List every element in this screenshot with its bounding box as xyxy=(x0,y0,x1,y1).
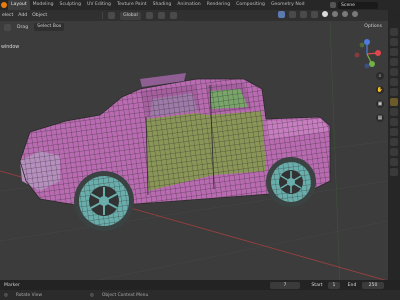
texture-props-icon[interactable] xyxy=(390,168,398,176)
menu-select[interactable]: elect xyxy=(2,13,13,18)
visibility-icon[interactable] xyxy=(278,11,285,18)
divider xyxy=(102,12,104,19)
tab-animation[interactable]: Animation xyxy=(174,0,203,10)
scene-field[interactable]: Scene xyxy=(338,1,378,9)
tab-compositing[interactable]: Compositing xyxy=(233,0,268,10)
tab-texture-paint[interactable]: Texture Paint xyxy=(114,0,150,10)
end-label: End xyxy=(347,283,357,288)
collection-props-icon[interactable] xyxy=(390,88,398,96)
navigation-gizmo[interactable] xyxy=(352,39,382,69)
status-rotate-view: Rotate View xyxy=(15,292,43,298)
top-bar: Layout Modeling Sculpting UV Editing Tex… xyxy=(0,0,400,10)
xray-icon[interactable] xyxy=(311,11,318,18)
viewport-header: elect Add Object Global xyxy=(0,10,400,21)
scene-icon[interactable] xyxy=(330,2,336,8)
grid-icon[interactable]: ▦ xyxy=(376,114,384,122)
camera-icon[interactable]: ▣ xyxy=(376,100,384,108)
header-right-icons xyxy=(278,11,358,18)
blender-logo-icon[interactable] xyxy=(0,0,8,10)
solid-shading-icon[interactable] xyxy=(322,11,328,17)
marker-menu[interactable]: Marker xyxy=(4,283,20,288)
transform-orientation-dropdown[interactable]: Global xyxy=(120,11,141,20)
object-props-icon[interactable] xyxy=(390,98,398,106)
snap-icon[interactable] xyxy=(157,12,165,19)
start-frame-field[interactable]: 1 xyxy=(328,282,340,289)
drag-label: Drag xyxy=(17,24,29,30)
y-axis-line xyxy=(329,21,341,288)
gizmo-icon[interactable] xyxy=(289,11,296,18)
tab-rendering[interactable]: Rendering xyxy=(204,0,233,10)
tab-sculpting[interactable]: Sculpting xyxy=(57,0,84,10)
render-props-icon[interactable] xyxy=(390,38,398,46)
status-context-menu: Object Context Menu xyxy=(101,292,149,298)
tab-layout[interactable]: Layout xyxy=(8,0,30,10)
y-axis-handle xyxy=(369,61,375,67)
proportional-icon[interactable] xyxy=(169,12,177,19)
mouse-middle-icon: ◎ xyxy=(4,292,8,298)
z-axis-handle xyxy=(364,39,370,45)
rear-wheel xyxy=(266,157,316,207)
tool-props-icon[interactable] xyxy=(390,28,398,36)
scene-selector: Scene xyxy=(330,0,378,10)
end-frame-field[interactable]: 250 xyxy=(362,282,384,289)
3d-viewport[interactable]: window xyxy=(0,21,388,288)
cursor-tool-icon[interactable] xyxy=(4,23,11,31)
constraints-props-icon[interactable] xyxy=(390,138,398,146)
status-bar: ◎ Rotate View ◎ Object Context Menu xyxy=(0,290,400,300)
mouse-right-icon: ◎ xyxy=(90,292,94,298)
tab-uv-editing[interactable]: UV Editing xyxy=(84,0,114,10)
tool-header: Drag Select Box Options xyxy=(0,21,388,33)
x-axis-handle xyxy=(375,50,381,56)
properties-strip xyxy=(388,10,400,288)
tab-geometry-nodes[interactable]: Geometry Nod xyxy=(268,0,308,10)
output-props-icon[interactable] xyxy=(390,48,398,56)
orientation-icon[interactable] xyxy=(108,12,116,19)
menu-object[interactable]: Object xyxy=(32,13,47,18)
current-frame-field[interactable]: 7 xyxy=(270,282,300,289)
physics-props-icon[interactable] xyxy=(390,128,398,136)
material-shading-icon[interactable] xyxy=(342,11,348,17)
tab-modeling[interactable]: Modeling xyxy=(30,0,57,10)
overlay-icon[interactable] xyxy=(300,11,307,18)
rendered-shading-icon[interactable] xyxy=(352,11,358,17)
start-label: Start xyxy=(311,283,323,288)
pivot-icon[interactable] xyxy=(145,12,153,19)
tab-shading[interactable]: Shading xyxy=(150,0,175,10)
data-props-icon[interactable] xyxy=(390,148,398,156)
view-layer-props-icon[interactable] xyxy=(390,58,398,66)
timeline-bar: Marker xyxy=(0,280,400,290)
scene-props-icon[interactable] xyxy=(390,68,398,76)
viewport-scene xyxy=(0,21,388,288)
material-props-icon[interactable] xyxy=(390,158,398,166)
menu-add[interactable]: Add xyxy=(18,13,27,18)
particles-props-icon[interactable] xyxy=(390,118,398,126)
options-dropdown[interactable]: Options xyxy=(362,23,384,31)
viewport-label: window xyxy=(1,45,20,50)
modifier-props-icon[interactable] xyxy=(390,108,398,116)
pan-hand-icon[interactable]: ✋ xyxy=(376,86,384,94)
zoom-icon[interactable]: ⌕ xyxy=(376,72,384,80)
front-wheel xyxy=(74,171,134,231)
select-mode-dropdown[interactable]: Select Box xyxy=(34,23,65,31)
wireframe-shading-icon[interactable] xyxy=(332,11,338,17)
world-props-icon[interactable] xyxy=(390,78,398,86)
